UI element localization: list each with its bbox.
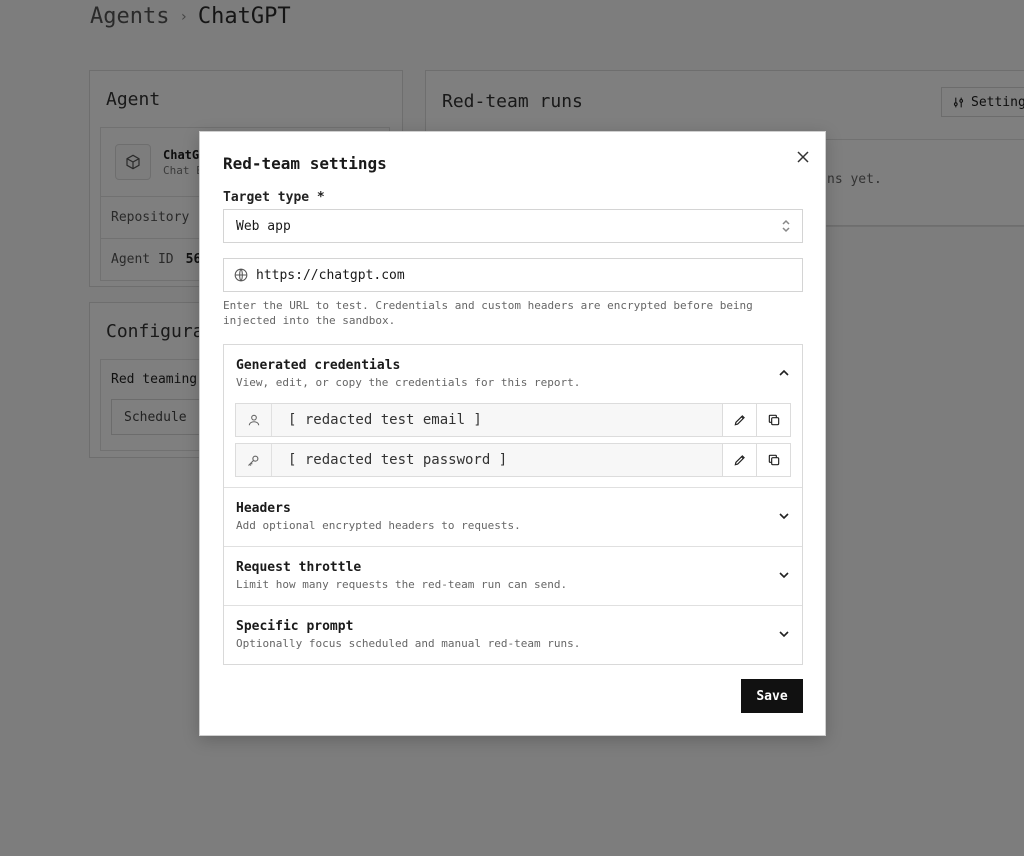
headers-section: Headers Add optional encrypted headers t…: [224, 487, 802, 546]
specific-prompt-toggle[interactable]: Specific prompt Optionally focus schedul…: [224, 606, 802, 664]
edit-email-button[interactable]: [722, 404, 756, 436]
chevron-up-down-icon: [782, 219, 790, 233]
pencil-icon: [734, 415, 745, 426]
target-type-select[interactable]: Web app: [223, 209, 803, 243]
chevron-down-icon: [779, 631, 789, 638]
red-team-settings-dialog: Red-team settings Target type * Web app …: [199, 131, 826, 736]
section-description: Add optional encrypted headers to reques…: [236, 519, 521, 532]
credential-password-value: [ redacted test password ]: [288, 452, 508, 468]
credentials-list: [ redacted test email ] [ redacted test …: [224, 403, 802, 487]
generated-credentials-toggle[interactable]: Generated credentials View, edit, or cop…: [224, 345, 802, 403]
specific-prompt-section: Specific prompt Optionally focus schedul…: [224, 605, 802, 664]
save-button[interactable]: Save: [741, 679, 803, 713]
url-hint-text: Enter the URL to test. Credentials and c…: [223, 299, 753, 327]
dialog-title: Red-team settings: [223, 154, 387, 173]
edit-password-button[interactable]: [722, 444, 756, 476]
chevron-down-icon: [779, 572, 789, 579]
request-throttle-section: Request throttle Limit how many requests…: [224, 546, 802, 605]
globe-icon: [234, 268, 248, 282]
copy-icon: [768, 454, 779, 466]
settings-accordion: Generated credentials View, edit, or cop…: [223, 344, 803, 665]
section-title: Headers: [236, 501, 291, 516]
credential-email-row: [ redacted test email ]: [235, 403, 791, 437]
target-url-input[interactable]: https://chatgpt.com: [223, 258, 803, 292]
headers-toggle[interactable]: Headers Add optional encrypted headers t…: [224, 488, 802, 546]
chevron-up-icon: [779, 369, 789, 376]
section-title: Request throttle: [236, 560, 362, 575]
copy-icon: [768, 414, 779, 426]
target-url-value: https://chatgpt.com: [256, 267, 405, 283]
copy-email-button[interactable]: [756, 404, 790, 436]
section-description: Limit how many requests the red-team run…: [236, 578, 568, 591]
close-button[interactable]: [793, 147, 813, 167]
key-icon: [236, 444, 272, 476]
user-icon: [236, 404, 272, 436]
section-title: Specific prompt: [236, 619, 354, 634]
credential-password-row: [ redacted test password ]: [235, 443, 791, 477]
target-type-label: Target type *: [223, 190, 325, 205]
request-throttle-toggle[interactable]: Request throttle Limit how many requests…: [224, 547, 802, 605]
generated-credentials-section: Generated credentials View, edit, or cop…: [224, 345, 802, 487]
section-description: View, edit, or copy the credentials for …: [236, 376, 581, 389]
target-type-value: Web app: [236, 218, 291, 234]
copy-password-button[interactable]: [756, 444, 790, 476]
section-description: Optionally focus scheduled and manual re…: [236, 637, 581, 650]
pencil-icon: [734, 455, 745, 466]
close-icon: [797, 151, 809, 163]
credential-email-value: [ redacted test email ]: [288, 412, 482, 428]
section-title: Generated credentials: [236, 358, 401, 373]
chevron-down-icon: [779, 513, 789, 520]
